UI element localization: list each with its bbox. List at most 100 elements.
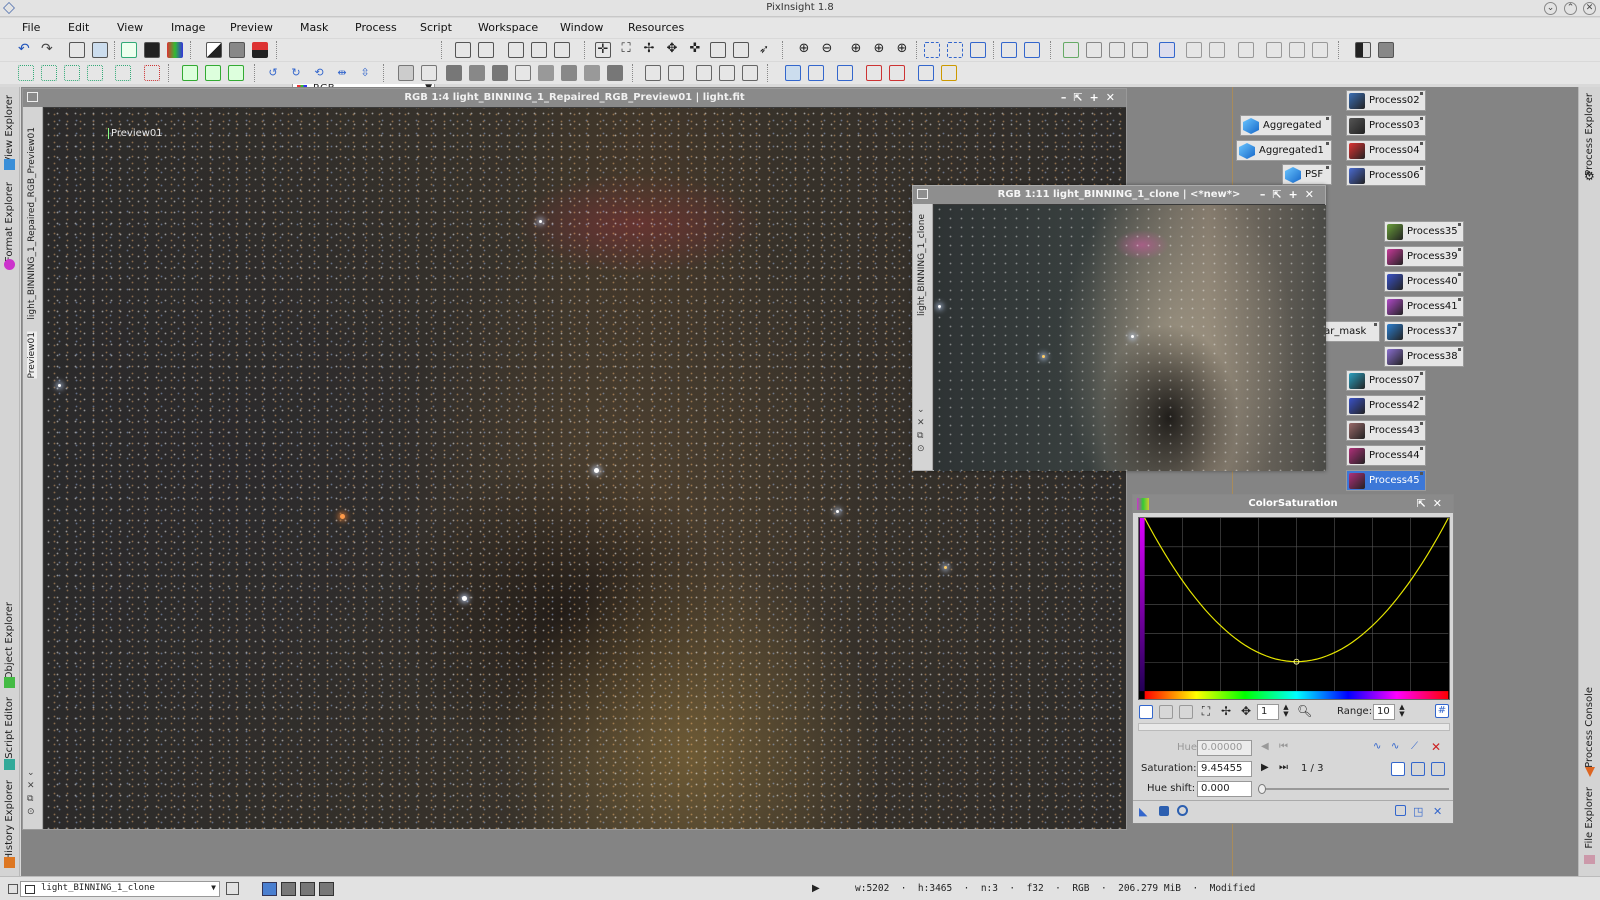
process-icon-process35[interactable]: Process35 bbox=[1384, 221, 1464, 242]
preview-label[interactable]: Preview01 bbox=[108, 128, 163, 139]
grid-toggle-icon[interactable]: # bbox=[1435, 704, 1449, 718]
process-icon-g[interactable] bbox=[1209, 42, 1225, 58]
monitor-1-icon[interactable] bbox=[785, 65, 801, 81]
window-tile-icon[interactable] bbox=[508, 42, 524, 58]
apply-global-icon[interactable] bbox=[1177, 805, 1188, 816]
process-icon-process45[interactable]: Process45 bbox=[1346, 470, 1426, 491]
process-icon-b[interactable] bbox=[1086, 42, 1102, 58]
icon-aggregated1[interactable]: Aggregated1 bbox=[1236, 140, 1332, 161]
invert-icon[interactable] bbox=[252, 42, 268, 58]
color-saturation-dialog[interactable]: ColorSaturation ⇱✕ ⛶ ✢ ✥ 1 ▲ ▼ 🔍︎ Range:… bbox=[1132, 494, 1454, 824]
tab-main-view[interactable]: light_BINNING_1_Repaired_RGB_Preview01 bbox=[27, 127, 37, 320]
image-info-icon[interactable] bbox=[69, 42, 85, 58]
tab-history-explorer[interactable]: History Explorer bbox=[4, 780, 15, 860]
sidebar-tools-icon[interactable]: ⌄ ✕ ⧉ ⊙ bbox=[917, 404, 925, 456]
menu-process[interactable]: Process bbox=[355, 21, 397, 34]
identifier-toggle-icon[interactable] bbox=[226, 882, 239, 895]
mask-invert-icon[interactable] bbox=[421, 65, 437, 81]
zoom-in-icon[interactable]: ⊕ bbox=[796, 42, 812, 58]
zoom-fit-icon[interactable]: ⛶ bbox=[1199, 704, 1213, 718]
mirror-h-icon[interactable]: ⇹ bbox=[334, 65, 350, 81]
rotate-180-icon[interactable]: ⟲ bbox=[311, 65, 327, 81]
mask-mode-7-icon[interactable] bbox=[584, 65, 600, 81]
tab-process-console[interactable]: Process Console bbox=[1584, 687, 1595, 768]
process-icon-process40[interactable]: Process40 bbox=[1384, 271, 1464, 292]
process-icon-d[interactable] bbox=[1132, 42, 1148, 58]
undo-icon[interactable]: ↶ bbox=[18, 42, 34, 58]
mask-icon[interactable] bbox=[229, 42, 245, 58]
process-icon-h[interactable] bbox=[1238, 42, 1254, 58]
stf-icon[interactable] bbox=[206, 42, 222, 58]
process-icon-f[interactable] bbox=[1186, 42, 1202, 58]
tab-file-explorer[interactable]: File Explorer bbox=[1584, 787, 1595, 849]
preview-toggle-icon[interactable] bbox=[1395, 805, 1406, 816]
preview-icon-2[interactable] bbox=[41, 65, 57, 81]
menu-image[interactable]: Image bbox=[171, 21, 205, 34]
pan-mode-icon[interactable]: ✥ bbox=[664, 42, 680, 58]
preview-icon-5[interactable] bbox=[115, 65, 131, 81]
workspace-1-icon[interactable] bbox=[645, 65, 661, 81]
window-cascade-icon[interactable] bbox=[531, 42, 547, 58]
play-icon[interactable]: ▶ bbox=[812, 883, 820, 894]
history-store-icon[interactable] bbox=[228, 65, 244, 81]
range-spinner[interactable]: ▲ ▼ bbox=[1395, 704, 1409, 718]
process-icon-process44[interactable]: Process44 bbox=[1346, 445, 1426, 466]
process-icon-process38[interactable]: Process38 bbox=[1384, 346, 1464, 367]
zoom-1-1-icon[interactable]: ⊕ bbox=[848, 42, 864, 58]
process-icon-process42[interactable]: Process42 bbox=[1346, 395, 1426, 416]
menu-resources[interactable]: Resources bbox=[628, 21, 684, 34]
hue-shift-field[interactable]: 0.000 bbox=[1197, 781, 1252, 797]
window-controls[interactable]: –⇱+✕ bbox=[1061, 89, 1122, 107]
new-instance-icon[interactable]: ◣ bbox=[1139, 805, 1153, 819]
zoom-fit-window-icon[interactable]: ⊕ bbox=[871, 42, 887, 58]
menu-edit[interactable]: Edit bbox=[68, 21, 89, 34]
stf-reset-icon[interactable] bbox=[1024, 42, 1040, 58]
mask-mode-4-icon[interactable] bbox=[515, 65, 531, 81]
minimize-window-icon[interactable]: ⌄ bbox=[1544, 2, 1557, 15]
interp-akima-icon[interactable]: ∿ bbox=[1373, 741, 1387, 755]
full-screen-icon[interactable] bbox=[970, 42, 986, 58]
menu-script[interactable]: Script bbox=[420, 21, 452, 34]
icon-psf[interactable]: PSF bbox=[1282, 164, 1332, 185]
tab-format-explorer[interactable]: Format Explorer bbox=[4, 182, 15, 262]
browse-docs-icon[interactable]: ◳ bbox=[1413, 805, 1427, 819]
monitor-6-icon[interactable] bbox=[918, 65, 934, 81]
rgb-channels-icon[interactable] bbox=[167, 42, 183, 58]
display-mode-2[interactable] bbox=[281, 882, 296, 896]
process-icon-process02[interactable]: Process02 bbox=[1346, 90, 1426, 111]
zoom-optimal-icon[interactable]: ⊕ bbox=[894, 42, 910, 58]
process-icon-k[interactable] bbox=[1312, 42, 1328, 58]
black-white-icon[interactable] bbox=[1355, 42, 1371, 58]
process-icon-process04[interactable]: Process04 bbox=[1346, 140, 1426, 161]
preview-select-icon[interactable] bbox=[733, 42, 749, 58]
menu-preview[interactable]: Preview bbox=[230, 21, 273, 34]
first-point-icon[interactable]: ⏮ bbox=[1279, 741, 1293, 755]
interp-linear-icon[interactable]: ⟋ bbox=[1411, 741, 1425, 755]
duplicate-icon[interactable] bbox=[478, 42, 494, 58]
view-select[interactable]: light_BINNING_1_clone ▼ bbox=[20, 881, 220, 897]
monitor-4-icon[interactable] bbox=[866, 65, 882, 81]
close-window-icon[interactable]: ✕ bbox=[1583, 2, 1596, 15]
window-list-icon[interactable] bbox=[92, 42, 108, 58]
curve-mode-2-icon[interactable] bbox=[1411, 762, 1425, 776]
tab-script-editor[interactable]: Script Editor bbox=[4, 697, 15, 759]
display-mode-1[interactable] bbox=[262, 882, 277, 896]
edit-preview-icon[interactable] bbox=[710, 42, 726, 58]
preview-delete-icon[interactable] bbox=[144, 65, 160, 81]
mirror-v-icon[interactable]: ⇳ bbox=[357, 65, 373, 81]
new-image-icon[interactable] bbox=[121, 42, 137, 58]
next-point-icon[interactable]: ▶ bbox=[1261, 762, 1275, 776]
range-field[interactable]: 10 bbox=[1373, 704, 1395, 720]
clone-window-titlebar[interactable]: RGB 1:11 light_BINNING_1_clone | <*new*>… bbox=[913, 186, 1325, 204]
process-icon-c[interactable] bbox=[1109, 42, 1125, 58]
prev-point-icon[interactable]: ◀ bbox=[1261, 741, 1275, 755]
apply-icon[interactable] bbox=[1159, 806, 1169, 816]
window-arrange-icon[interactable] bbox=[554, 42, 570, 58]
menu-file[interactable]: File bbox=[22, 21, 40, 34]
pointer-icon[interactable]: ➶ bbox=[756, 42, 772, 58]
saturation-field[interactable]: 9.45455 bbox=[1197, 761, 1252, 777]
curve-scrollbar[interactable] bbox=[1138, 723, 1450, 731]
process-icon-process39[interactable]: Process39 bbox=[1384, 246, 1464, 267]
pan-icon[interactable]: ✥ bbox=[1239, 704, 1253, 718]
zoom-in-icon[interactable]: ✢ bbox=[1219, 704, 1233, 718]
